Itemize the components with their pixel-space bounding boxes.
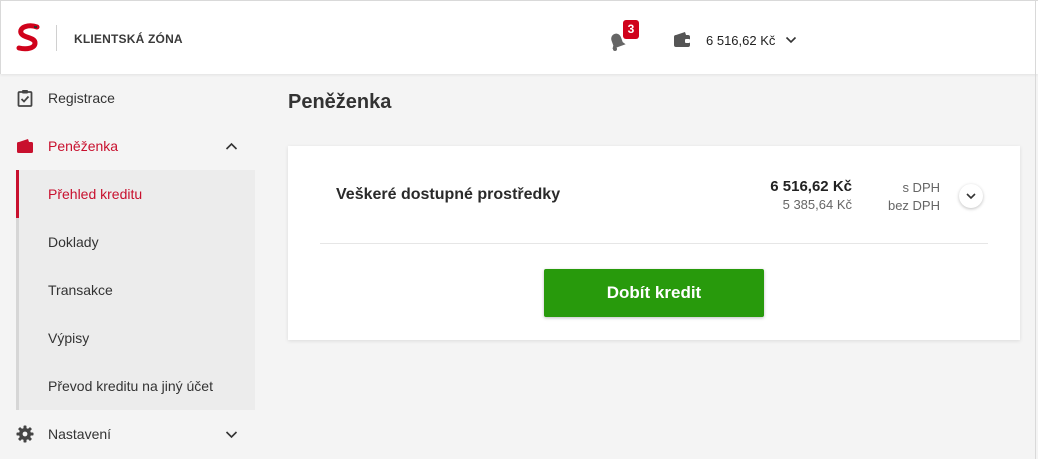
amount-without-vat: 5 385,64 Kč	[782, 197, 852, 212]
page-title: Peněženka	[288, 91, 392, 113]
sidebar-item-label: Nastavení	[48, 426, 112, 442]
submenu-item-prevod-kreditu[interactable]: Převod kreditu na jiný účet	[16, 362, 255, 410]
expand-details-button[interactable]	[959, 184, 983, 208]
chevron-down-icon	[966, 193, 976, 200]
available-funds-label: Veškeré dostupné prostředky	[336, 186, 561, 203]
sidebar-item-penezenka[interactable]: Peněženka	[0, 122, 255, 170]
credit-summary-card: Veškeré dostupné prostředky 6 516,62 Kč …	[288, 146, 1020, 340]
wallet-dropdown[interactable]: 6 516,62 Kč	[673, 27, 797, 53]
wallet-submenu: Přehled kreditu Doklady Transakce Výpisy…	[16, 170, 255, 410]
with-vat-label: s DPH	[902, 180, 940, 195]
window-edge	[1035, 0, 1036, 459]
submenu-item-label: Výpisy	[48, 330, 90, 346]
clipboard-check-icon	[17, 90, 33, 107]
chevron-down-icon	[225, 430, 238, 438]
wallet-icon	[674, 32, 690, 47]
topup-credit-button[interactable]: Dobít kredit	[544, 269, 764, 317]
logo-divider	[56, 25, 57, 51]
sidebar-item-registrace[interactable]: Registrace	[0, 74, 255, 122]
amount-with-vat: 6 516,62 Kč	[770, 178, 852, 195]
chevron-up-icon	[225, 142, 238, 150]
submenu-item-label: Transakce	[48, 282, 113, 298]
without-vat-label: bez DPH	[887, 198, 940, 213]
submenu-item-label: Přehled kreditu	[48, 186, 143, 202]
submenu-item-doklady[interactable]: Doklady	[16, 218, 255, 266]
chevron-down-icon	[786, 36, 797, 44]
app-title: KLIENTSKÁ ZÓNA	[74, 32, 183, 46]
sidebar-item-label: Registrace	[48, 90, 115, 106]
sidebar-item-label: Peněženka	[48, 138, 119, 154]
wallet-amount: 6 516,62 Kč	[706, 32, 776, 48]
submenu-item-label: Převod kreditu na jiný účet	[48, 378, 213, 394]
wallet-icon	[17, 139, 33, 153]
submenu-item-transakce[interactable]: Transakce	[16, 266, 255, 314]
submenu-item-label: Doklady	[48, 234, 99, 250]
gear-icon	[16, 425, 34, 443]
sidebar: Registrace Peněženka Přehled kreditu Dok…	[0, 74, 255, 459]
top-header: KLIENTSKÁ ZÓNA 3 6 516,62 Kč	[0, 0, 1038, 74]
notification-badge[interactable]: 3	[623, 20, 639, 39]
submenu-item-prehled-kreditu[interactable]: Přehled kreditu	[16, 170, 255, 218]
sidebar-item-nastaveni[interactable]: Nastavení	[0, 410, 255, 458]
submenu-item-vypisy[interactable]: Výpisy	[16, 314, 255, 362]
card-divider	[320, 243, 988, 244]
logo[interactable]	[15, 23, 43, 53]
